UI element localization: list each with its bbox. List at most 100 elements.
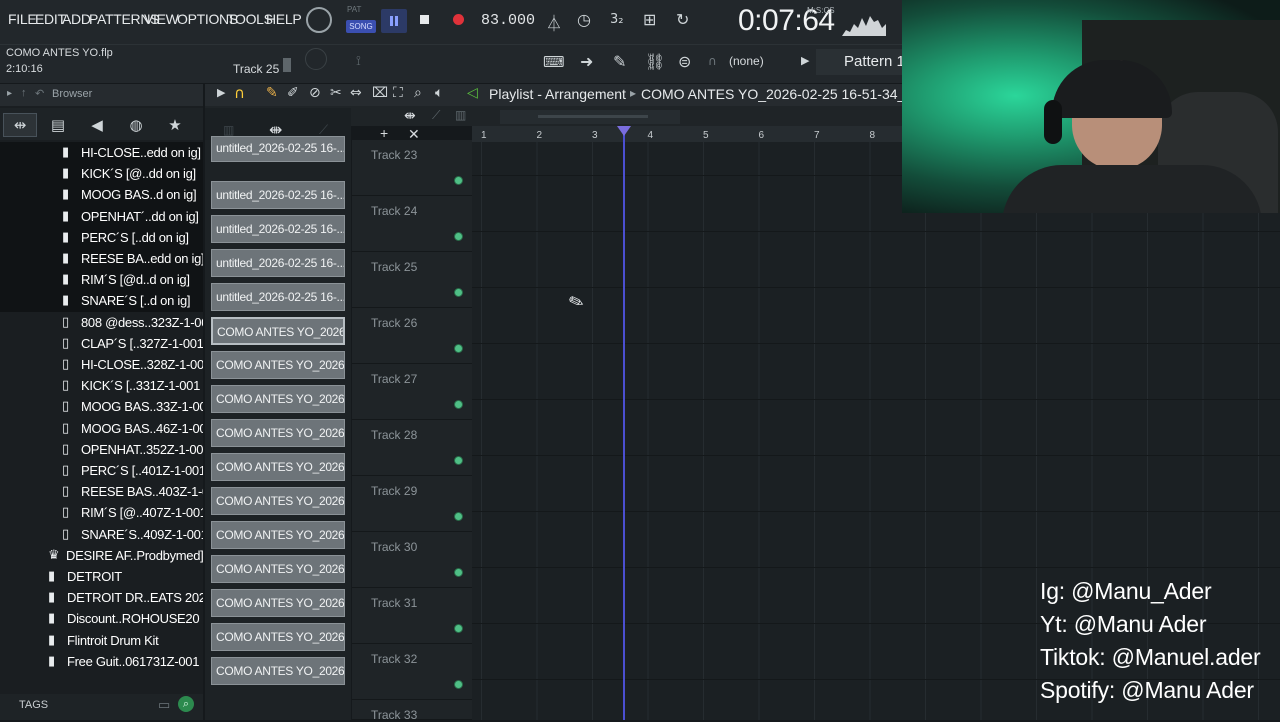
track-header[interactable]: Track 23	[352, 140, 472, 196]
browser-file-item[interactable]: ▯ OPENHAT..352Z-1-001	[0, 439, 203, 461]
track-header[interactable]: Track 28	[352, 420, 472, 476]
metronome-icon[interactable]: ⏃	[546, 10, 562, 34]
paint-tool-icon[interactable]: ✐	[287, 85, 299, 101]
playback-tool-icon[interactable]: 🔈︎	[435, 85, 443, 101]
pause-button[interactable]	[381, 9, 407, 33]
browser-folder-item[interactable]: ♛ DESIRE AF..Prodbymed]	[0, 545, 203, 567]
delete-tool-icon[interactable]: ⊘	[309, 85, 321, 101]
snap-magnet-icon[interactable]: ∩	[234, 84, 245, 102]
browser-folder-item[interactable]: ▮ PERC´S [..dd on ig]	[0, 226, 203, 249]
record-button[interactable]	[453, 14, 464, 25]
browser-folder-item[interactable]: ▮ SNARE´S [..d on ig]	[0, 290, 203, 313]
track-header[interactable]: Track 29	[352, 476, 472, 532]
track-mute-led[interactable]	[454, 680, 463, 689]
browser-folder-item[interactable]: ▮ Discount..ROHOUSE20	[0, 608, 203, 630]
pattern-clip-item[interactable]: COMO ANTES YO_2026-02...	[211, 385, 345, 413]
arrangement-icon[interactable]: ◁	[467, 85, 478, 101]
link-icon[interactable]: ⛓	[645, 52, 665, 71]
slip-tool-icon[interactable]: ⇔	[350, 85, 362, 101]
track-mute-led[interactable]	[454, 512, 463, 521]
browser-folder-item[interactable]: ▮ DETROIT DR..EATS 2025	[0, 587, 203, 609]
slice-tool-icon[interactable]: ⌧	[372, 85, 388, 101]
arrow-right-icon[interactable]: ➜	[580, 52, 593, 71]
browser-folder-item[interactable]: ▮ Free Guit..061731Z-001	[0, 651, 203, 673]
favorites-tab-icon[interactable]: ★	[158, 113, 192, 137]
browser-folder-item[interactable]: ▮ MOOG BAS..d on ig]	[0, 184, 203, 207]
collapse-icon[interactable]: ▸	[7, 88, 12, 99]
pin-icon[interactable]: ⟟	[356, 54, 361, 69]
track-header[interactable]: Track 25	[352, 252, 472, 308]
menu-file[interactable]: FILE	[8, 11, 37, 27]
track-mute-led[interactable]	[454, 232, 463, 241]
pattern-clip-item[interactable]: COMO ANTES YO_2026-02...	[211, 419, 345, 447]
tempo-display[interactable]: 83.000	[481, 12, 535, 29]
playhead[interactable]	[623, 126, 625, 720]
track-size-icon[interactable]: ⇼	[404, 107, 416, 124]
breadcrumb[interactable]: COMO ANTES YO_2026-02-25 16-51-34_In	[641, 86, 902, 102]
folder-icon[interactable]: ▭	[158, 697, 170, 713]
all-items-tab-icon[interactable]: ⇹	[3, 113, 37, 137]
browser-file-item[interactable]: ▯ MOOG BAS..46Z-1-001	[0, 418, 203, 440]
track-header[interactable]: Track 24	[352, 196, 472, 252]
pat-label[interactable]: PAT	[347, 5, 361, 14]
plugin-icon[interactable]: ✎	[613, 52, 626, 71]
browser-file-item[interactable]: ▯ SNARE´S..409Z-1-001	[0, 524, 203, 546]
browser-file-item[interactable]: ▯ RIM´S [@..407Z-1-001	[0, 502, 203, 524]
pattern-clip-item[interactable]: COMO ANTES YO_2026-02...	[211, 487, 345, 515]
step-edit-icon[interactable]: 3₂	[610, 12, 623, 27]
browser-folder-item[interactable]: ▮ DETROIT	[0, 566, 203, 588]
track-mute-led[interactable]	[454, 568, 463, 577]
browser-file-item[interactable]: ▯ CLAP´S [..327Z-1-001	[0, 333, 203, 355]
track-mute-led[interactable]	[454, 344, 463, 353]
pattern-clip-item[interactable]: COMO ANTES YO_2026-02...	[211, 623, 345, 651]
blend-notes-icon[interactable]: ⊞	[643, 10, 656, 29]
overview-bar[interactable]	[500, 110, 680, 124]
browser-file-item[interactable]: ▯ HI-CLOSE..328Z-1-001	[0, 354, 203, 376]
piano-icon[interactable]: ▥	[223, 123, 234, 137]
up-icon[interactable]: ↑	[21, 87, 27, 99]
track-lock-icon[interactable]: ▥	[455, 108, 466, 122]
track-mute-led[interactable]	[454, 456, 463, 465]
track-header[interactable]: Track 31	[352, 588, 472, 644]
piano-roll-icon[interactable]: ⌨	[543, 53, 565, 71]
pattern-clip-item[interactable]: COMO ANTES YO_2026-02...	[211, 351, 345, 379]
magnet-icon[interactable]: ∩	[708, 54, 717, 68]
browser-file-item[interactable]: ▯ KICK´S [..331Z-1-001	[0, 375, 203, 397]
pattern-clip-item[interactable]: COMO ANTES YO_2026-02...	[211, 317, 345, 345]
master-volume-knob[interactable]	[306, 7, 332, 33]
pattern-next-icon[interactable]: ▶	[801, 54, 809, 67]
track-header[interactable]: Track 26	[352, 308, 472, 364]
search-icon[interactable]: ⌕	[178, 696, 194, 712]
playlist-options-icon[interactable]: ▶	[217, 86, 225, 99]
track-link-icon[interactable]: ⟋	[432, 108, 440, 123]
stop-button[interactable]	[420, 15, 429, 24]
browser-folder-item[interactable]: ▮ REESE BA..edd on ig]	[0, 248, 203, 270]
menu-view[interactable]: VIEW	[144, 11, 179, 27]
browser-file-item[interactable]: ▯ 808 @dess..323Z-1-001	[0, 312, 203, 334]
draw-tool-icon[interactable]: ✎	[266, 85, 278, 101]
track-header[interactable]: Track 30	[352, 532, 472, 588]
browser-file-item[interactable]: ▯ REESE BAS..403Z-1-001	[0, 481, 203, 503]
pattern-selector[interactable]: Pattern 1	[816, 49, 905, 75]
back-icon[interactable]: ↶	[35, 87, 44, 100]
browser-file-item[interactable]: ▯ PERC´S [..401Z-1-001	[0, 460, 203, 482]
track-mute-led[interactable]	[454, 288, 463, 297]
plugins-tab-icon[interactable]: ◀	[80, 113, 114, 137]
browser-folder-item[interactable]: ▮ KICK´S [@..dd on ig]	[0, 163, 203, 186]
pattern-clip-item[interactable]: COMO ANTES YO_2026-02...	[211, 453, 345, 481]
pattern-clip-item[interactable]: untitled_2026-02-25 16-...	[211, 136, 345, 162]
mute-tool-icon[interactable]: ✂	[330, 85, 342, 101]
browser-folder-item[interactable]: ▮ HI-CLOSE..edd on ig]	[0, 142, 203, 164]
track-header[interactable]: Track 27	[352, 364, 472, 420]
countdown-icon[interactable]: ◷	[577, 10, 591, 29]
menu-help[interactable]: HELP	[266, 11, 302, 27]
pattern-clip-item[interactable]: COMO ANTES YO_2026-02...	[211, 657, 345, 685]
pattern-clip-item[interactable]: COMO ANTES YO_2026-02...	[211, 521, 345, 549]
pattern-clip-item[interactable]: untitled_2026-02-25 16-...	[211, 283, 345, 311]
pattern-clip-item[interactable]: untitled_2026-02-25 16-...	[211, 181, 345, 209]
pattern-clip-item[interactable]: COMO ANTES YO_2026-02...	[211, 555, 345, 583]
zoom-tool-icon[interactable]: ⌕	[414, 85, 422, 101]
menu-add[interactable]: ADD	[62, 11, 91, 27]
snap-selector[interactable]: (none)	[729, 54, 764, 68]
browser-file-item[interactable]: ▯ MOOG BAS..33Z-1-001	[0, 396, 203, 418]
